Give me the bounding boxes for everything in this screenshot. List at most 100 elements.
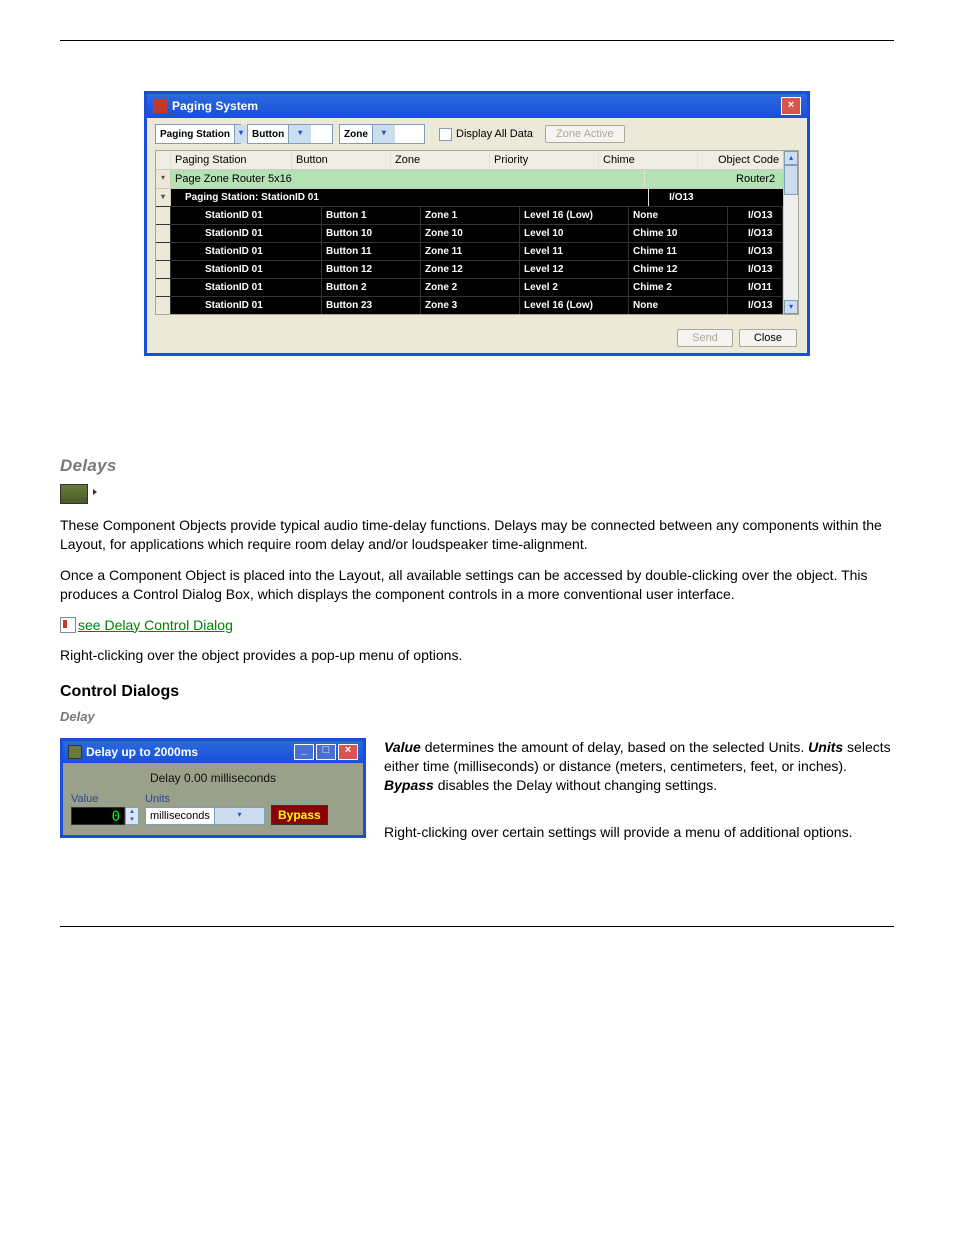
chevron-down-icon: ▾ <box>214 808 264 824</box>
delay-dialog-window: Delay up to 2000ms _ □ × Delay 0.00 mill… <box>60 738 366 838</box>
table-row[interactable]: StationID 01Button 1Zone 1Level 16 (Low)… <box>156 206 783 224</box>
term-units: Units <box>808 739 843 755</box>
cell-priority: Level 2 <box>520 279 629 296</box>
spin-up-icon[interactable]: ▴ <box>126 808 138 816</box>
maximize-icon[interactable]: □ <box>316 744 336 760</box>
table-row[interactable]: StationID 01Button 10Zone 10Level 10Chim… <box>156 224 783 242</box>
page-zone-router-row[interactable]: ▾ Page Zone Router 5x16 Router2 <box>156 170 783 189</box>
chevron-down-icon: ▾ <box>372 125 395 143</box>
paging-station-dropdown[interactable]: Paging Station ▾ <box>155 124 241 144</box>
col-zone[interactable]: Zone <box>391 151 490 169</box>
cell-zone: Zone 3 <box>421 297 520 314</box>
cell-code: I/O11 <box>728 279 783 296</box>
scroll-track[interactable] <box>784 165 798 300</box>
paging-system-window: Paging System × Paging Station ▾ Button … <box>144 91 810 356</box>
button-dropdown[interactable]: Button ▾ <box>247 124 333 144</box>
checkbox-icon <box>439 128 452 141</box>
collapse-icon[interactable]: ▾ <box>156 189 171 206</box>
col-button[interactable]: Button <box>292 151 391 169</box>
delay-subheading: Delay <box>60 709 894 724</box>
cell-priority: Level 11 <box>520 243 629 260</box>
pzr-label: Page Zone Router 5x16 <box>171 170 645 188</box>
table-row[interactable]: StationID 01Button 2Zone 2Level 2Chime 2… <box>156 278 783 296</box>
cell-chime: None <box>629 207 728 224</box>
delay-title: Delay up to 2000ms <box>86 745 198 759</box>
col-priority[interactable]: Priority <box>490 151 599 169</box>
cell-code: I/O13 <box>728 243 783 260</box>
term-value: Value <box>384 739 421 755</box>
cell-button: Button 2 <box>322 279 421 296</box>
cell-priority: Level 16 (Low) <box>520 207 629 224</box>
table-row[interactable]: StationID 01Button 12Zone 12Level 12Chim… <box>156 260 783 278</box>
cell-station: StationID 01 <box>171 261 322 278</box>
delays-para1: These Component Objects provide typical … <box>60 516 894 554</box>
cell-priority: Level 12 <box>520 261 629 278</box>
zone-active-button[interactable]: Zone Active <box>545 125 624 143</box>
scroll-down-icon[interactable]: ▾ <box>784 300 798 314</box>
cell-zone: Zone 12 <box>421 261 520 278</box>
units-value: milliseconds <box>146 810 214 822</box>
table-row[interactable]: StationID 01Button 23Zone 3Level 16 (Low… <box>156 296 783 314</box>
delay-readout-label: Delay 0.00 milliseconds <box>71 769 355 793</box>
delay-titlebar-icon <box>68 745 82 759</box>
window-title: Paging System <box>172 99 258 113</box>
close-button[interactable]: Close <box>739 329 797 347</box>
cell-priority: Level 10 <box>520 225 629 242</box>
control-dialogs-heading: Control Dialogs <box>60 683 894 701</box>
col-paging-station[interactable]: Paging Station <box>171 151 292 169</box>
display-all-checkbox[interactable]: Display All Data <box>439 128 533 141</box>
bypass-button[interactable]: Bypass <box>271 805 328 825</box>
col-chime[interactable]: Chime <box>599 151 698 169</box>
see-delay-link[interactable]: see Delay Control Dialog <box>78 617 233 633</box>
desc-p2: Right-clicking over certain settings wil… <box>384 823 894 842</box>
description-text: Value determines the amount of delay, ba… <box>384 738 894 856</box>
scroll-thumb[interactable] <box>784 165 798 195</box>
cell-station: StationID 01 <box>171 243 322 260</box>
spin-down-icon[interactable]: ▾ <box>126 816 138 824</box>
send-button[interactable]: Send <box>677 329 733 347</box>
cell-chime: Chime 11 <box>629 243 728 260</box>
app-icon <box>153 99 167 113</box>
cell-station: StationID 01 <box>171 279 322 296</box>
grp-label: Paging Station: StationID 01 <box>171 189 649 206</box>
delays-para3: Right-clicking over the object provides … <box>60 646 894 665</box>
cell-code: I/O13 <box>728 297 783 314</box>
delay-component-icon <box>60 484 88 504</box>
close-icon[interactable]: × <box>338 744 358 760</box>
minimize-icon[interactable]: _ <box>294 744 314 760</box>
cell-zone: Zone 11 <box>421 243 520 260</box>
book-icon <box>60 617 76 633</box>
cell-priority: Level 16 (Low) <box>520 297 629 314</box>
cell-button: Button 23 <box>322 297 421 314</box>
table-row[interactable]: StationID 01Button 11Zone 11Level 11Chim… <box>156 242 783 260</box>
data-grid: Paging Station Button Zone Priority Chim… <box>155 150 799 315</box>
cell-code: I/O13 <box>728 225 783 242</box>
cell-chime: None <box>629 297 728 314</box>
chk-label: Display All Data <box>456 128 533 140</box>
cell-button: Button 11 <box>322 243 421 260</box>
collapse-icon[interactable]: ▾ <box>156 170 171 188</box>
close-icon[interactable]: × <box>781 97 801 115</box>
dd-label: Button <box>248 129 288 140</box>
value-header: Value <box>71 793 139 805</box>
grp-code: I/O13 <box>649 189 783 206</box>
chevron-down-icon: ▾ <box>234 125 247 143</box>
value-input[interactable]: 0 <box>71 807 125 825</box>
cell-station: StationID 01 <box>171 207 322 224</box>
cell-button: Button 12 <box>322 261 421 278</box>
value-spinner[interactable]: ▴ ▾ <box>125 807 139 825</box>
delay-titlebar[interactable]: Delay up to 2000ms _ □ × <box>63 741 363 763</box>
term-bypass: Bypass <box>384 777 434 793</box>
cell-button: Button 10 <box>322 225 421 242</box>
vertical-scrollbar[interactable]: ▴ ▾ <box>783 151 798 314</box>
titlebar[interactable]: Paging System × <box>147 94 807 118</box>
cell-chime: Chime 10 <box>629 225 728 242</box>
grid-header: Paging Station Button Zone Priority Chim… <box>156 151 783 170</box>
scroll-up-icon[interactable]: ▴ <box>784 151 798 165</box>
group-header-row[interactable]: ▾ Paging Station: StationID 01 I/O13 <box>156 189 783 206</box>
units-dropdown[interactable]: milliseconds ▾ <box>145 807 265 825</box>
chevron-down-icon: ▾ <box>288 125 311 143</box>
cell-button: Button 1 <box>322 207 421 224</box>
col-object-code[interactable]: Object Code <box>698 151 783 169</box>
zone-dropdown[interactable]: Zone ▾ <box>339 124 425 144</box>
